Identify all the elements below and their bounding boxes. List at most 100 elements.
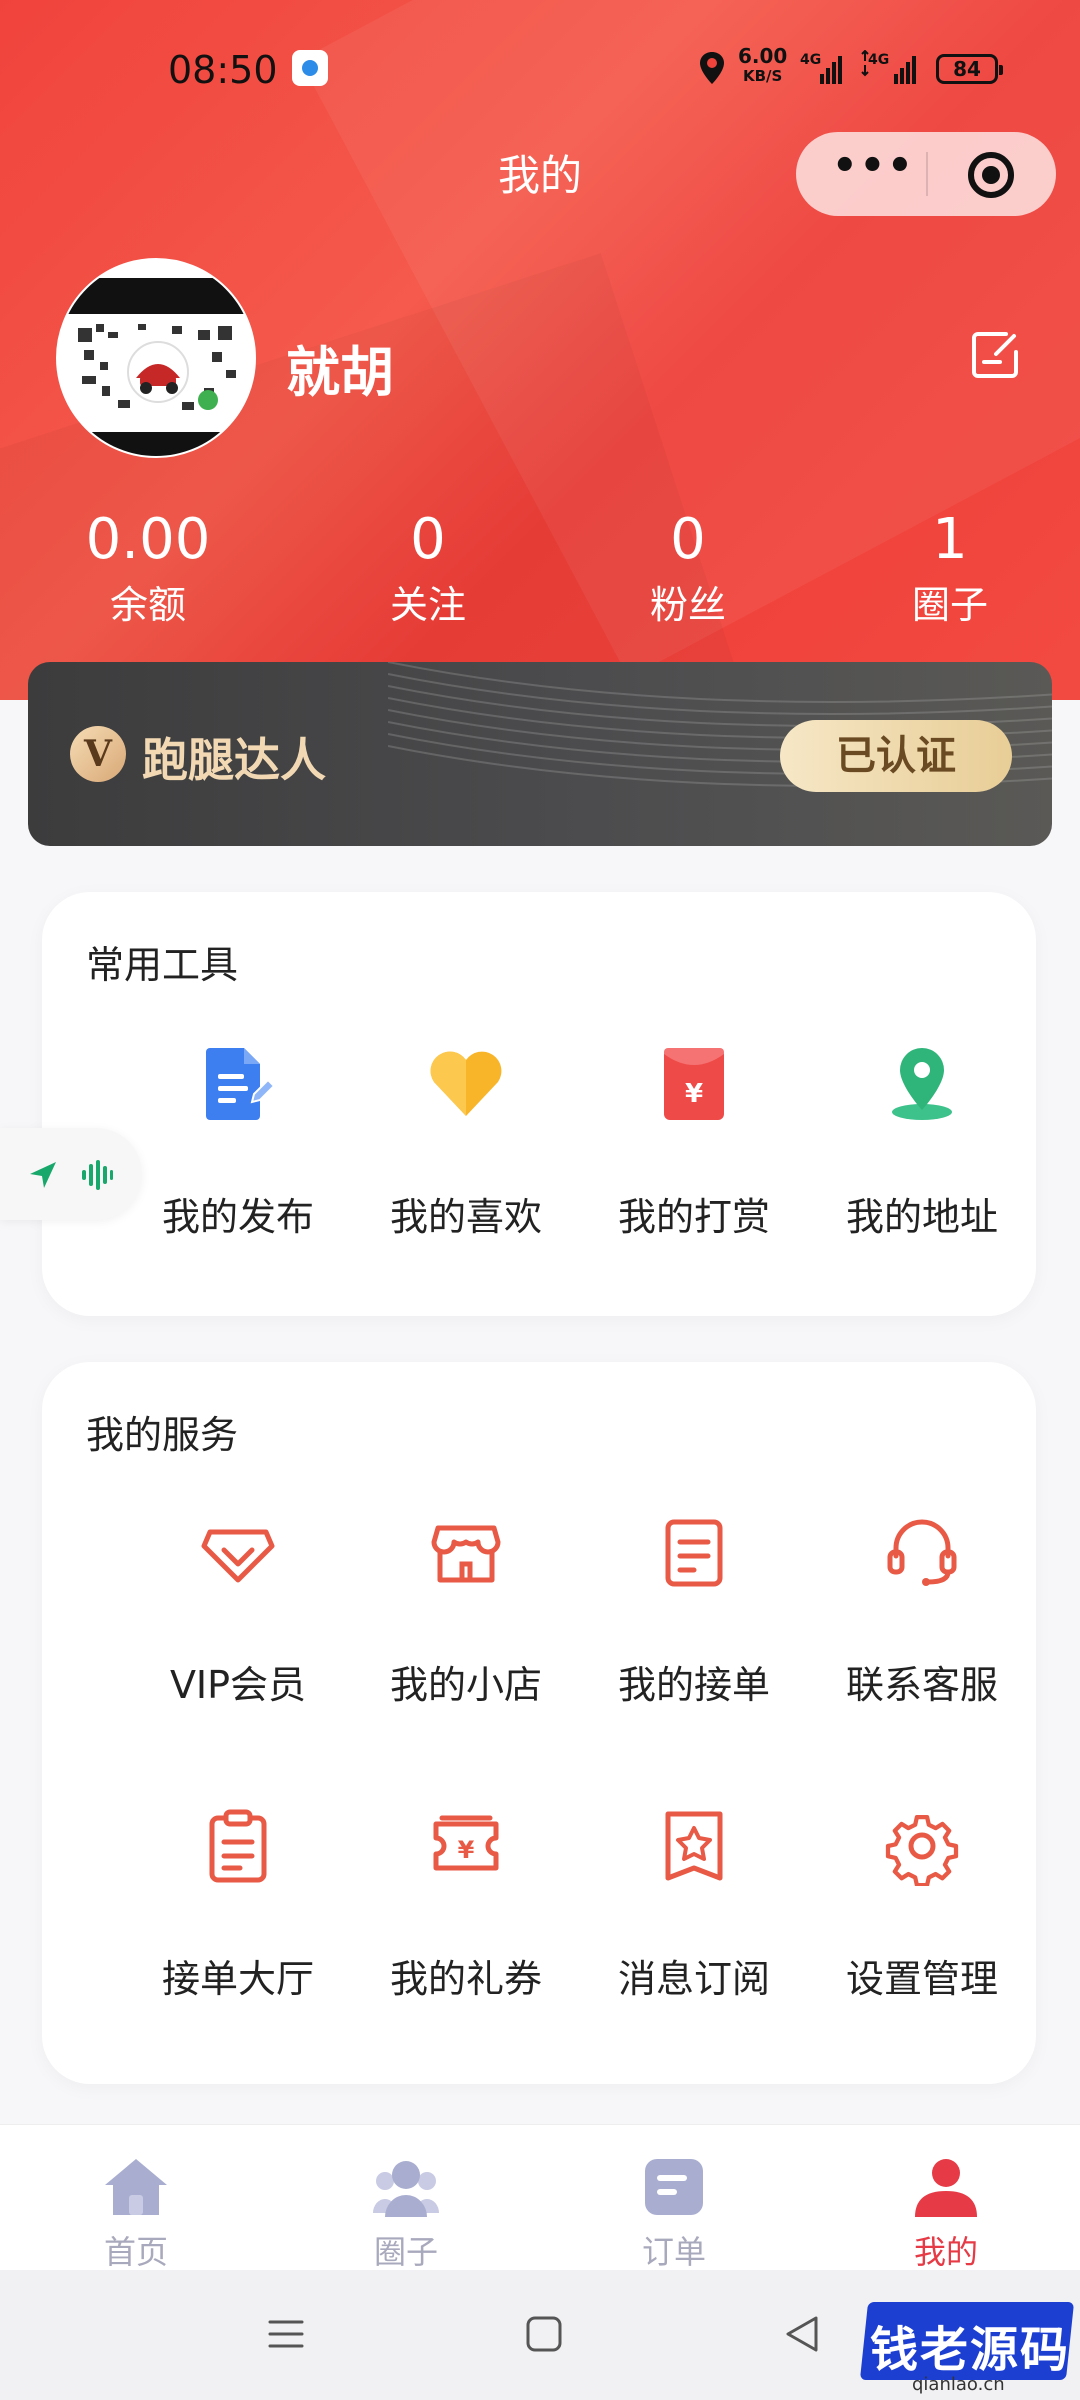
speed-unit: KB/S: [743, 67, 783, 85]
username: 就胡: [286, 341, 394, 404]
location-status-icon: [700, 52, 724, 84]
tab-label: 圈子: [373, 2233, 438, 2271]
stat-value: 0: [670, 507, 706, 572]
tool-label: 我的地址: [845, 1195, 998, 1239]
gear-icon: [885, 1814, 959, 1886]
service-settings[interactable]: 设置管理: [808, 1806, 1036, 2003]
mini-program-capsule: •••: [796, 132, 1056, 216]
service-label: 接单大厅: [161, 1957, 314, 2001]
tool-my-address[interactable]: 我的地址: [808, 1044, 1036, 1241]
headset-icon: [887, 1519, 957, 1586]
svg-text:¥: ¥: [685, 1079, 703, 1109]
stat-label: 关注: [389, 583, 466, 627]
signal-label: 4G: [868, 52, 889, 68]
status-bar: 08:50 6.00 KB/S 4G 4G 84: [0, 0, 1080, 130]
section-title: 常用工具: [86, 943, 239, 987]
service-my-shop[interactable]: 我的小店: [352, 1512, 580, 1709]
vip-title: 跑腿达人: [142, 733, 326, 787]
heart-icon: [430, 1051, 502, 1116]
stat-label: 粉丝: [649, 583, 726, 627]
signal-label: 4G: [800, 52, 821, 68]
qr-code-avatar-image: [78, 324, 236, 410]
avatar[interactable]: [56, 258, 256, 458]
watermark-logo: 钱老源码 qianlao.cn: [859, 2296, 1080, 2396]
location-pin-icon: [892, 1048, 952, 1120]
home-icon: [105, 2159, 167, 2215]
floating-location-audio-widget[interactable]: [0, 1128, 142, 1220]
edit-profile-icon[interactable]: [970, 330, 1020, 380]
audio-wave-icon: [82, 1160, 113, 1190]
home-square-icon[interactable]: [524, 2314, 564, 2354]
status-time: 08:50: [168, 48, 278, 92]
circle-group-icon: [373, 2161, 439, 2217]
tool-my-likes[interactable]: 我的喜欢: [352, 1044, 580, 1241]
watermark-url: qianlao.cn: [912, 2374, 1005, 2395]
clipboard-icon: [209, 1809, 267, 1883]
stat-value: 1: [932, 507, 968, 572]
menu-icon[interactable]: [266, 2314, 306, 2354]
svg-text:¥: ¥: [458, 1836, 475, 1864]
tab-mine[interactable]: 我的: [836, 2155, 1056, 2273]
stat-followers[interactable]: 0 粉丝: [568, 508, 808, 630]
service-label: VIP会员: [169, 1663, 307, 1707]
back-triangle-icon[interactable]: [782, 2314, 822, 2354]
app-notification-icon: [292, 50, 328, 86]
stat-following[interactable]: 0 关注: [308, 508, 548, 630]
network-speed: 6.00 KB/S: [738, 46, 787, 86]
user-icon: [915, 2159, 977, 2217]
battery-indicator: 84: [936, 54, 1003, 84]
tool-label: 我的发布: [161, 1195, 314, 1239]
service-label: 联系客服: [845, 1663, 998, 1707]
section-title: 我的服务: [86, 1413, 239, 1457]
service-my-orders[interactable]: 我的接单: [580, 1512, 808, 1709]
speed-value: 6.00: [738, 44, 788, 68]
service-label: 我的接单: [617, 1663, 770, 1707]
service-label: 设置管理: [845, 1957, 998, 2001]
service-label: 我的礼券: [389, 1957, 542, 2001]
tool-label: 我的打赏: [617, 1195, 770, 1239]
certified-badge[interactable]: 已认证: [780, 720, 1012, 792]
service-order-hall[interactable]: 接单大厅: [124, 1806, 352, 2003]
stat-value: 0.00: [85, 507, 211, 572]
stat-label: 余额: [109, 583, 186, 627]
stat-label: 圈子: [911, 583, 988, 627]
tab-label: 首页: [103, 2233, 168, 2271]
tool-label: 我的喜欢: [389, 1195, 542, 1239]
tool-my-rewards[interactable]: ¥ 我的打赏: [580, 1044, 808, 1241]
close-program-icon[interactable]: [968, 152, 1014, 198]
tab-circle[interactable]: 圈子: [296, 2155, 516, 2273]
tab-orders[interactable]: 订单: [564, 2155, 784, 2273]
signal-icon: 4G: [800, 52, 842, 84]
bookmark-star-icon: [665, 1811, 723, 1881]
common-tools-card: 常用工具 我的发布 我的喜欢 ¥ 我的打赏 我的地址: [42, 892, 1036, 1316]
diamond-icon: [201, 1529, 275, 1583]
navigation-arrow-icon: [30, 1162, 56, 1188]
order-icon: [645, 2159, 703, 2215]
service-label: 我的小店: [389, 1663, 542, 1707]
tab-label: 我的: [913, 2233, 978, 2271]
service-label: 消息订阅: [617, 1957, 770, 2001]
more-menu-icon[interactable]: •••: [832, 146, 913, 192]
tab-label: 订单: [641, 2233, 706, 2271]
my-services-card: 我的服务 VIP会员 我的小店 我的接单 联系客服 接单大厅 ¥ 我的礼券 消息…: [42, 1362, 1036, 2084]
service-my-coupons[interactable]: ¥ 我的礼券: [352, 1806, 580, 2003]
signal-icon: 4G: [861, 50, 916, 84]
vip-badge-icon: V: [70, 726, 126, 782]
service-vip[interactable]: VIP会员: [124, 1512, 352, 1709]
coupon-icon: ¥: [433, 1815, 499, 1871]
vip-card[interactable]: V 跑腿达人 已认证: [28, 662, 1052, 846]
watermark-brand: 钱老源码: [870, 2322, 1071, 2378]
tab-home[interactable]: 首页: [26, 2155, 246, 2273]
bottom-tab-bar: 首页 圈子 订单 我的: [0, 2124, 1080, 2273]
order-note-icon: [665, 1519, 723, 1587]
stat-circles[interactable]: 1 圈子: [830, 508, 1070, 630]
tool-my-posts[interactable]: 我的发布: [124, 1044, 352, 1241]
capsule-divider: [926, 152, 928, 196]
red-envelope-icon: ¥: [664, 1048, 724, 1120]
stat-balance[interactable]: 0.00 余额: [28, 508, 268, 630]
stat-value: 0: [410, 507, 446, 572]
service-customer-support[interactable]: 联系客服: [808, 1512, 1036, 1709]
document-edit-icon: [206, 1048, 276, 1120]
shop-icon: [431, 1525, 501, 1583]
service-message-subscription[interactable]: 消息订阅: [580, 1806, 808, 2003]
